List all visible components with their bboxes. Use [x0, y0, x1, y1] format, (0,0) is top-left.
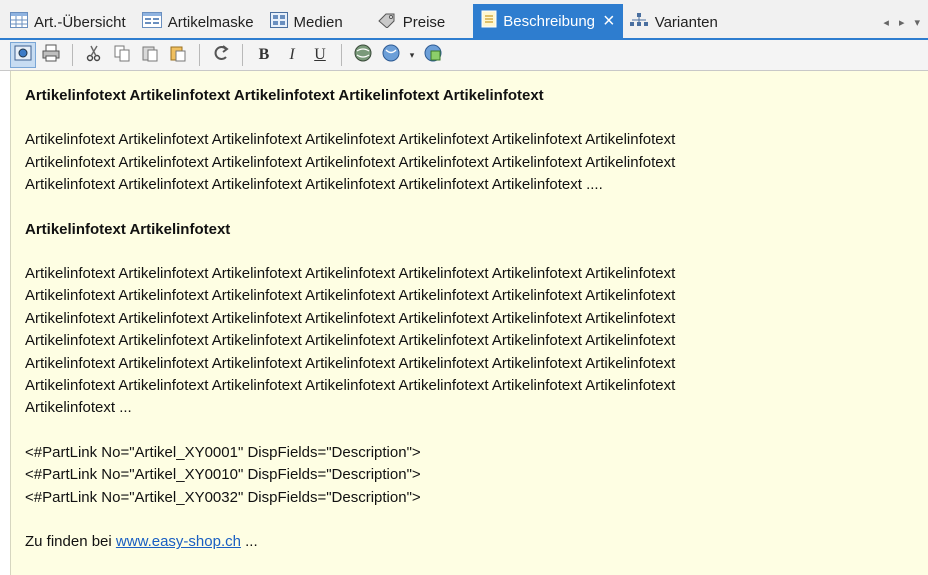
- grid-icon: [10, 12, 28, 32]
- close-icon[interactable]: ×: [603, 11, 615, 31]
- printer-icon: [42, 44, 60, 67]
- text-line: Artikelinfotext Artikelinfotext Artikeli…: [25, 265, 676, 283]
- footer-prefix: Zu finden bei: [25, 533, 116, 551]
- text-line: Artikelinfotext Artikelinfotext Artikeli…: [25, 176, 603, 194]
- source-view-button[interactable]: [10, 42, 36, 68]
- tab-label: Medien: [293, 13, 343, 31]
- tab-label: Beschreibung: [503, 12, 596, 30]
- chevron-down-icon[interactable]: ▾: [406, 50, 418, 61]
- redo-icon: [212, 44, 230, 67]
- tab-menu-icon[interactable]: ▾: [914, 16, 920, 29]
- copy-button[interactable]: [109, 42, 135, 68]
- scissors-icon: [85, 44, 103, 67]
- link-globe-icon: [381, 43, 401, 68]
- paste-icon: [141, 44, 159, 67]
- price-tag-icon: [377, 12, 397, 32]
- partlink-line: <#PartLink No="Artikel_XY0010" DispField…: [25, 466, 421, 484]
- copy-icon: [113, 44, 131, 67]
- paragraph-1: Artikelinfotext Artikelinfotext Artikeli…: [25, 129, 928, 196]
- partlink-line: <#PartLink No="Artikel_XY0001" DispField…: [25, 443, 421, 461]
- scroll-left-icon[interactable]: ◂: [883, 16, 889, 29]
- underline-label: U: [314, 46, 326, 63]
- description-editor[interactable]: Artikelinfotext Artikelinfotext Artikeli…: [10, 71, 928, 575]
- tab-artikelmaske[interactable]: Artikelmaske: [132, 6, 260, 38]
- partlink-block: <#PartLink No="Artikel_XY0001" DispField…: [25, 442, 928, 509]
- toolbar-separator: [72, 44, 73, 66]
- insert-link-button[interactable]: [378, 42, 404, 68]
- globe-icon: [353, 43, 373, 68]
- tab-label: Preise: [402, 13, 446, 31]
- paragraph-2: Artikelinfotext Artikelinfotext Artikeli…: [25, 263, 928, 420]
- cut-button[interactable]: [81, 42, 107, 68]
- print-button[interactable]: [38, 42, 64, 68]
- heading-2: Artikelinfotext Artikelinfotext: [25, 220, 231, 238]
- web-preview-button[interactable]: [350, 42, 376, 68]
- scroll-right-icon[interactable]: ▸: [899, 16, 905, 29]
- bold-label: B: [258, 46, 270, 63]
- underline-button[interactable]: U: [307, 42, 333, 68]
- paste-special-icon: [169, 44, 187, 67]
- image-globe-icon: [423, 43, 443, 68]
- text-line: Artikelinfotext Artikelinfotext Artikeli…: [25, 153, 676, 171]
- redo-button[interactable]: [208, 42, 234, 68]
- heading-1: Artikelinfotext Artikelinfotext Artikeli…: [25, 87, 544, 104]
- tab-label: Artikelmaske: [167, 13, 254, 31]
- partlink-line: <#PartLink No="Artikel_XY0032" DispField…: [25, 488, 421, 506]
- tab-bar: Art.-Übersicht Artikelmaske Medien Preis…: [0, 0, 928, 38]
- paste-special-button[interactable]: [165, 42, 191, 68]
- form-icon: [141, 12, 162, 32]
- media-icon: [269, 12, 288, 32]
- italic-label: I: [289, 46, 295, 63]
- text-line: Artikelinfotext Artikelinfotext Artikeli…: [25, 332, 676, 350]
- footer-suffix: ...: [240, 533, 258, 551]
- paste-button[interactable]: [137, 42, 163, 68]
- toolbar-separator: [242, 44, 243, 66]
- source-view-icon: [14, 44, 32, 67]
- tab-art-uebersicht[interactable]: Art.-Übersicht: [0, 6, 132, 38]
- document-icon: [481, 10, 497, 32]
- footer-line: Zu finden bei www.easy-shop.ch ...: [25, 531, 928, 553]
- tab-preise[interactable]: Preise: [367, 6, 452, 38]
- text-line: Artikelinfotext Artikelinfotext Artikeli…: [25, 377, 676, 395]
- toolbar-separator: [341, 44, 342, 66]
- shop-link[interactable]: www.easy-shop.ch: [116, 533, 241, 550]
- bold-button[interactable]: B: [251, 42, 277, 68]
- editor-window: Art.-Übersicht Artikelmaske Medien Preis…: [0, 0, 928, 575]
- editor-toolbar: B I U ▾: [0, 38, 928, 71]
- tab-varianten[interactable]: Varianten: [623, 6, 724, 38]
- tab-beschreibung[interactable]: Beschreibung ×: [473, 4, 623, 38]
- text-line: Artikelinfotext Artikelinfotext Artikeli…: [25, 354, 676, 372]
- text-line: Artikelinfotext Artikelinfotext Artikeli…: [25, 287, 676, 305]
- insert-image-button[interactable]: [420, 42, 446, 68]
- italic-button[interactable]: I: [279, 42, 305, 68]
- tab-label: Varianten: [654, 13, 718, 31]
- tab-label: Art.-Übersicht: [34, 13, 126, 31]
- text-line: Artikelinfotext Artikelinfotext Artikeli…: [25, 309, 676, 327]
- text-line: Artikelinfotext Artikelinfotext Artikeli…: [25, 131, 676, 149]
- variants-icon: [629, 12, 649, 32]
- toolbar-separator: [199, 44, 200, 66]
- tab-navigation: ◂ ▸ ▾: [883, 6, 928, 38]
- text-line: Artikelinfotext ...: [25, 399, 132, 417]
- tab-medien[interactable]: Medien: [260, 6, 349, 38]
